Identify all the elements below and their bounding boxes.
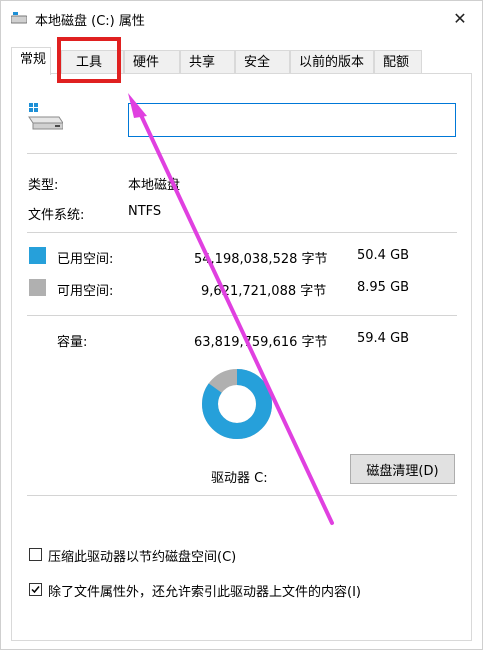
index-label: 除了文件属性外，还允许索引此驱动器上文件的内容(I) bbox=[48, 585, 361, 600]
disk-usage-ring bbox=[202, 369, 272, 439]
tab-general[interactable]: 常规 bbox=[11, 47, 51, 75]
used-space-label: 已用空间: bbox=[57, 252, 114, 267]
tab-sharing[interactable]: 共享 bbox=[180, 50, 235, 73]
tab-security[interactable]: 安全 bbox=[235, 50, 290, 73]
compress-checkbox[interactable] bbox=[29, 548, 42, 561]
capacity-size: 59.4 GB bbox=[357, 331, 410, 346]
filesystem-label: 文件系统: bbox=[28, 208, 85, 223]
capacity-label: 容量: bbox=[57, 335, 88, 350]
used-space-bytes: 54,198,038,528 字节 bbox=[194, 252, 328, 267]
free-space-swatch bbox=[29, 279, 46, 296]
tab-label: 共享 bbox=[189, 55, 216, 70]
used-space-swatch bbox=[29, 247, 46, 264]
title-bar: 本地磁盘 (C:) 属性 ✕ bbox=[1, 1, 482, 35]
disk-cleanup-label: 磁盘清理(D) bbox=[366, 463, 439, 479]
index-checkbox[interactable] bbox=[29, 583, 42, 596]
drive-icon bbox=[11, 12, 27, 24]
properties-window: 本地磁盘 (C:) 属性 ✕ 常规 工具 硬件 共享 安全 以前的版本 配额 类… bbox=[0, 0, 483, 650]
tools-tab-highlight bbox=[57, 37, 121, 83]
free-space-size: 8.95 GB bbox=[357, 280, 410, 295]
close-icon: ✕ bbox=[453, 8, 467, 28]
disk-cleanup-button[interactable]: 磁盘清理(D) bbox=[350, 454, 455, 484]
divider bbox=[27, 495, 457, 496]
window-title: 本地磁盘 (C:) 属性 bbox=[35, 14, 145, 29]
tab-previous-versions[interactable]: 以前的版本 bbox=[290, 50, 374, 73]
tab-label: 安全 bbox=[244, 55, 271, 70]
drive-name-input[interactable] bbox=[128, 103, 456, 137]
divider bbox=[27, 315, 457, 316]
tab-quota[interactable]: 配额 bbox=[374, 50, 422, 73]
tab-label: 硬件 bbox=[133, 55, 160, 70]
tab-label: 配额 bbox=[383, 55, 410, 70]
tab-label: 以前的版本 bbox=[299, 55, 365, 70]
filesystem-value: NTFS bbox=[128, 204, 162, 219]
close-button[interactable]: ✕ bbox=[438, 1, 482, 35]
type-value: 本地磁盘 bbox=[128, 178, 181, 193]
used-space-size: 50.4 GB bbox=[357, 248, 410, 263]
free-space-label: 可用空间: bbox=[57, 284, 114, 299]
free-space-bytes: 9,621,721,088 字节 bbox=[201, 284, 327, 299]
drive-letter-label: 驱动器 C: bbox=[211, 471, 268, 486]
tab-label: 常规 bbox=[20, 52, 47, 67]
tab-hardware[interactable]: 硬件 bbox=[124, 50, 180, 73]
divider bbox=[27, 153, 457, 154]
drive-large-icon bbox=[28, 103, 63, 130]
divider bbox=[27, 232, 457, 233]
capacity-bytes: 63,819,759,616 字节 bbox=[194, 335, 328, 350]
type-label: 类型: bbox=[28, 178, 59, 193]
compress-label: 压缩此驱动器以节约磁盘空间(C) bbox=[48, 550, 237, 565]
checkmark-icon bbox=[31, 586, 40, 594]
